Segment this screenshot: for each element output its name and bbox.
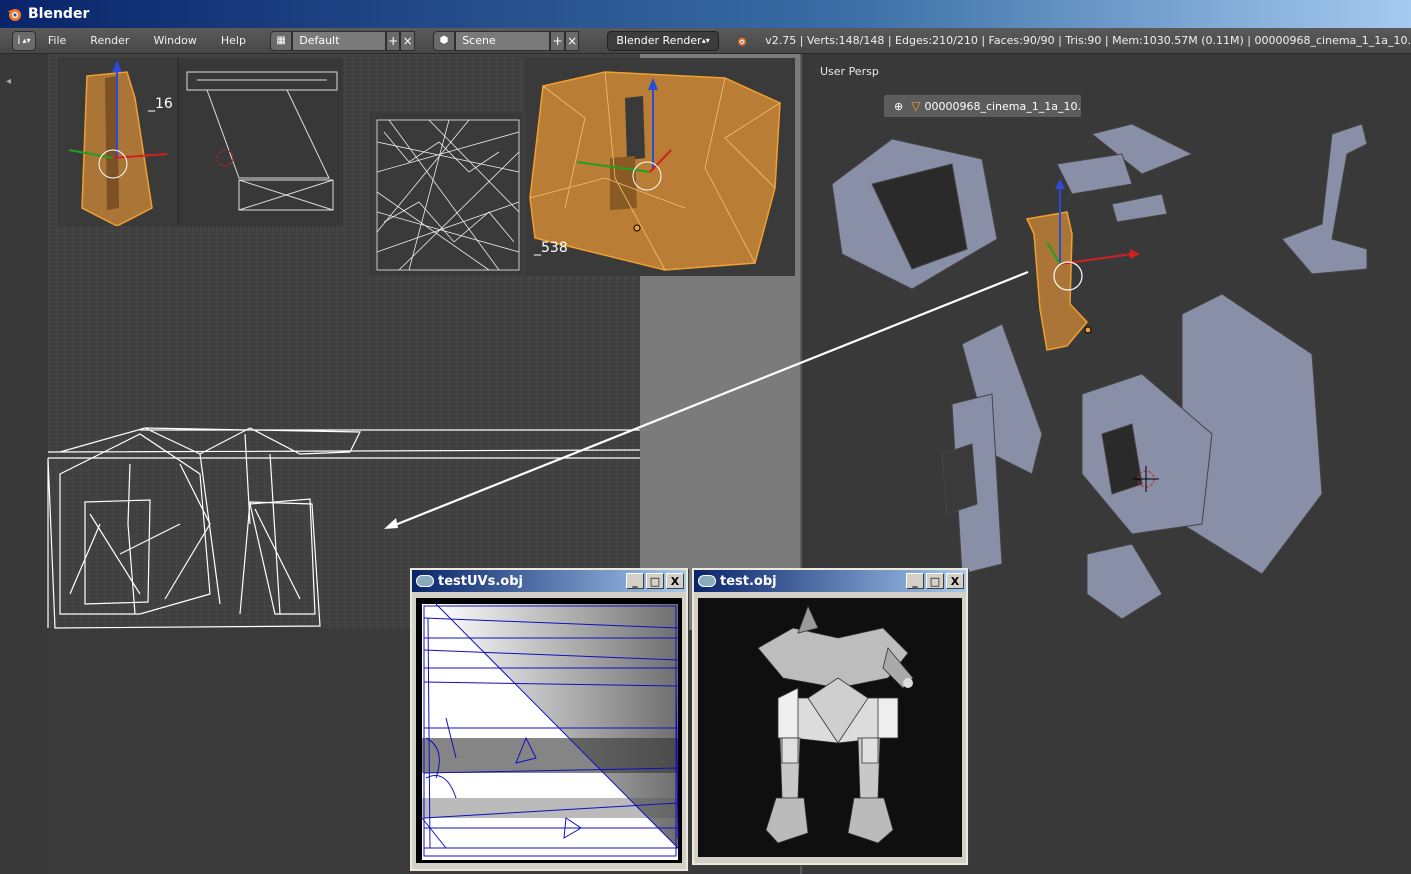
uv-preview-canvas [416, 598, 682, 863]
arrow-head-icon [384, 518, 398, 529]
maximize-icon: □ [929, 574, 941, 588]
maximize-icon: □ [649, 574, 661, 588]
app-window-icon [698, 575, 716, 587]
model-preview-canvas [698, 598, 962, 857]
robot-model [757, 604, 914, 844]
model-preview-title: test.obj [720, 573, 777, 589]
minimize-icon: _ [912, 574, 918, 588]
model-preview-titlebar[interactable]: test.obj _ □ X [694, 570, 966, 592]
minimize-icon: _ [632, 574, 638, 588]
minimize-button[interactable]: _ [906, 573, 924, 589]
model-preview-window[interactable]: test.obj _ □ X [692, 568, 968, 865]
maximize-button[interactable]: □ [646, 573, 664, 589]
app-window-icon [416, 575, 434, 587]
close-icon: X [950, 574, 960, 588]
close-button[interactable]: X [666, 573, 684, 589]
uv-preview-titlebar[interactable]: testUVs.obj _ □ X [412, 570, 686, 592]
maximize-button[interactable]: □ [926, 573, 944, 589]
blender-screen: Blender i ▴▾ File Render Window Help ▦ D… [0, 0, 1411, 874]
uv-preview-window[interactable]: testUVs.obj _ □ X [410, 568, 688, 871]
close-icon: X [670, 574, 680, 588]
uv-preview-title: testUVs.obj [438, 573, 523, 589]
minimize-button[interactable]: _ [626, 573, 644, 589]
window-controls: _ □ X [906, 573, 966, 589]
close-button[interactable]: X [946, 573, 964, 589]
annotation-arrow-line [389, 270, 1029, 529]
window-controls: _ □ X [626, 573, 686, 589]
